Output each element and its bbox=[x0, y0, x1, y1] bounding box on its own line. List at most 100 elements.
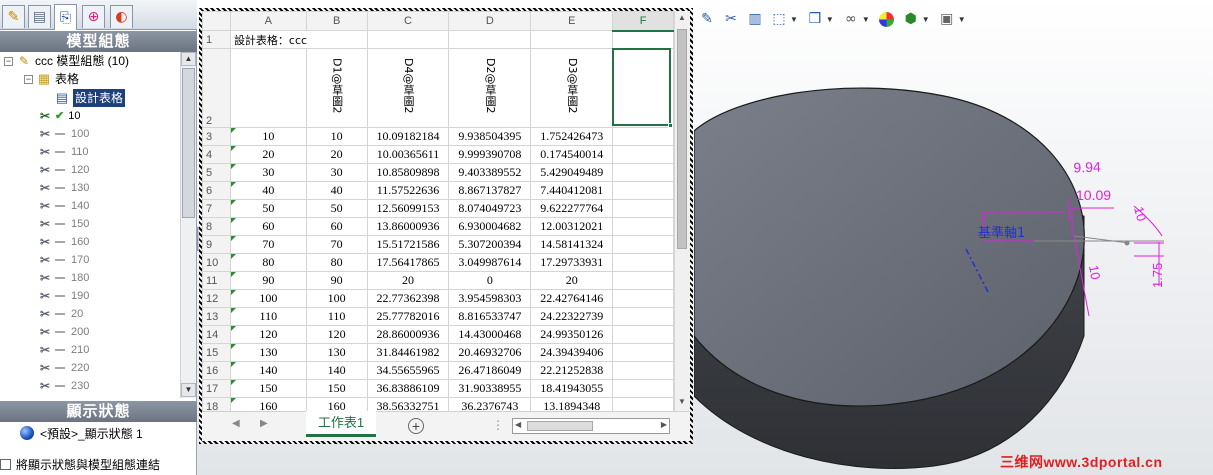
cell[interactable]: 10 bbox=[305, 127, 368, 146]
cell[interactable]: 50 bbox=[305, 199, 368, 218]
embedded-spreadsheet[interactable]: A B C D E F 1 設計表格：ccc 2 D1@草圖2 D4@草圖2 D… bbox=[199, 8, 693, 444]
cell[interactable]: 36.2376743 bbox=[448, 397, 532, 411]
cell[interactable]: 6.930004682 bbox=[448, 217, 532, 236]
config-item[interactable]: ✂ 160 bbox=[38, 233, 89, 251]
cell[interactable]: 31.84461982 bbox=[366, 343, 450, 362]
cell[interactable] bbox=[612, 289, 674, 308]
cell[interactable]: 8.074049723 bbox=[448, 199, 532, 218]
cell[interactable]: 20 bbox=[229, 145, 307, 164]
prev-sheet-icon[interactable]: ◀ bbox=[232, 418, 240, 429]
cell[interactable]: 10.00365611 bbox=[366, 145, 450, 164]
cell[interactable] bbox=[612, 181, 674, 200]
cell[interactable]: 1.752426473 bbox=[530, 127, 614, 146]
graphics-viewport[interactable]: 9.94 10.09 10 10 1.75 基準軸1 bbox=[694, 36, 1213, 475]
config-item[interactable]: ✂ 110 bbox=[38, 143, 89, 161]
cell[interactable]: 12.00312021 bbox=[530, 217, 614, 236]
dimension-label[interactable]: 10 bbox=[1131, 205, 1149, 223]
config-item[interactable]: ✂ 180 bbox=[38, 269, 89, 287]
sheet-vertical-scrollbar[interactable]: ▲ ▼ bbox=[674, 11, 690, 411]
cell[interactable]: 110 bbox=[305, 307, 368, 326]
row-header[interactable]: 13 bbox=[202, 307, 231, 326]
cell[interactable]: 14.43000468 bbox=[448, 325, 532, 344]
display-style-icon[interactable]: ❒ bbox=[806, 10, 824, 28]
cell[interactable]: 10.09182184 bbox=[366, 127, 450, 146]
cell[interactable]: 150 bbox=[229, 379, 307, 398]
collapse-icon[interactable]: − bbox=[24, 74, 33, 84]
param-header-cell[interactable]: D2@草圖2 bbox=[448, 48, 532, 128]
cell[interactable]: 20.46932706 bbox=[448, 343, 532, 362]
cell[interactable]: 30 bbox=[229, 163, 307, 182]
row-header[interactable]: 11 bbox=[202, 271, 231, 290]
cell[interactable]: 31.90338955 bbox=[448, 379, 532, 398]
cell[interactable] bbox=[612, 127, 674, 146]
datum-axis-label[interactable]: 基準軸1 bbox=[978, 225, 1025, 241]
collapse-icon[interactable]: − bbox=[4, 56, 13, 66]
dimension-label[interactable]: 10 bbox=[1086, 264, 1103, 281]
config-item[interactable]: ✂ 130 bbox=[38, 179, 89, 197]
row-header[interactable]: 7 bbox=[202, 199, 231, 218]
property-manager-tab-icon[interactable]: ▤ bbox=[28, 5, 51, 28]
cell[interactable]: 28.86000936 bbox=[366, 325, 450, 344]
display-state-item[interactable]: <預設>_顯示狀態 1 bbox=[20, 424, 143, 442]
apply-scene-icon[interactable]: ⬢ bbox=[902, 10, 920, 28]
cell[interactable]: 11.57522636 bbox=[366, 181, 450, 200]
config-item[interactable]: ✂ 210 bbox=[38, 341, 89, 359]
row-header[interactable]: 15 bbox=[202, 343, 231, 362]
cell[interactable]: 22.77362398 bbox=[366, 289, 450, 308]
cell[interactable]: 22.42764146 bbox=[530, 289, 614, 308]
cell[interactable] bbox=[448, 30, 532, 49]
column-header[interactable]: D bbox=[448, 11, 532, 31]
cell[interactable]: 36.83886109 bbox=[366, 379, 450, 398]
config-item-active[interactable]: ✂ ✔ 10 bbox=[38, 107, 81, 125]
cell[interactable]: 24.39439406 bbox=[530, 343, 614, 362]
cell[interactable] bbox=[612, 361, 674, 380]
cell[interactable]: 100 bbox=[305, 289, 368, 308]
tree-design-table[interactable]: ▤ 設計表格 bbox=[54, 89, 126, 107]
dimension-label[interactable]: 9.94 bbox=[1073, 159, 1101, 176]
cell[interactable]: 12.56099153 bbox=[366, 199, 450, 218]
cell[interactable]: 60 bbox=[305, 217, 368, 236]
scroll-right-icon[interactable]: ▶ bbox=[661, 420, 667, 429]
config-item[interactable]: ✂ 170 bbox=[38, 251, 89, 269]
cell[interactable]: 38.56332751 bbox=[366, 397, 450, 411]
row-header[interactable]: 5 bbox=[202, 163, 231, 182]
edit-appearance-icon[interactable] bbox=[878, 10, 896, 28]
cell[interactable]: 20 bbox=[530, 271, 614, 290]
row-header[interactable]: 17 bbox=[202, 379, 231, 398]
cell[interactable]: 9.403389552 bbox=[448, 163, 532, 182]
cell[interactable] bbox=[612, 379, 674, 398]
cell[interactable]: 130 bbox=[229, 343, 307, 362]
section-view-icon[interactable]: ✂ bbox=[722, 10, 740, 28]
h-scroll-thumb[interactable] bbox=[527, 421, 593, 431]
row-header[interactable]: 3 bbox=[202, 127, 231, 146]
dynamic-annotation-icon[interactable]: ▥ bbox=[746, 10, 764, 28]
cell[interactable]: 140 bbox=[229, 361, 307, 380]
cell[interactable]: 40 bbox=[229, 181, 307, 200]
tree-root[interactable]: − ✎ ccc 模型組態 (10) bbox=[4, 52, 129, 70]
cell[interactable]: 22.21252838 bbox=[530, 361, 614, 380]
cell[interactable] bbox=[229, 48, 307, 128]
view-orientation-icon[interactable]: ✎ bbox=[698, 10, 716, 28]
cell[interactable] bbox=[612, 30, 674, 49]
cell[interactable]: 13.86000936 bbox=[366, 217, 450, 236]
param-header-cell[interactable]: D3@草圖2 bbox=[530, 48, 614, 128]
row-header[interactable]: 8 bbox=[202, 217, 231, 236]
cell[interactable]: 5.429049489 bbox=[530, 163, 614, 182]
sheet-horizontal-scrollbar[interactable]: ◀ ▶ bbox=[512, 418, 670, 434]
dimension-label[interactable]: 10.09 bbox=[1076, 187, 1111, 203]
config-item[interactable]: ✂ 200 bbox=[38, 323, 89, 341]
cell[interactable]: 120 bbox=[305, 325, 368, 344]
cell[interactable] bbox=[612, 145, 674, 164]
tree-scrollbar[interactable]: ▲ ▼ bbox=[180, 52, 196, 398]
cell[interactable]: 40 bbox=[305, 181, 368, 200]
row-header[interactable]: 4 bbox=[202, 145, 231, 164]
cell[interactable]: 17.56417865 bbox=[366, 253, 450, 272]
cell[interactable] bbox=[612, 199, 674, 218]
cell[interactable]: 3.049987614 bbox=[448, 253, 532, 272]
cell[interactable] bbox=[612, 163, 674, 182]
cell[interactable] bbox=[612, 307, 674, 326]
cell[interactable]: 60 bbox=[229, 217, 307, 236]
cell[interactable]: 50 bbox=[229, 199, 307, 218]
cell[interactable]: 90 bbox=[305, 271, 368, 290]
scroll-down-icon[interactable]: ▼ bbox=[181, 383, 196, 397]
